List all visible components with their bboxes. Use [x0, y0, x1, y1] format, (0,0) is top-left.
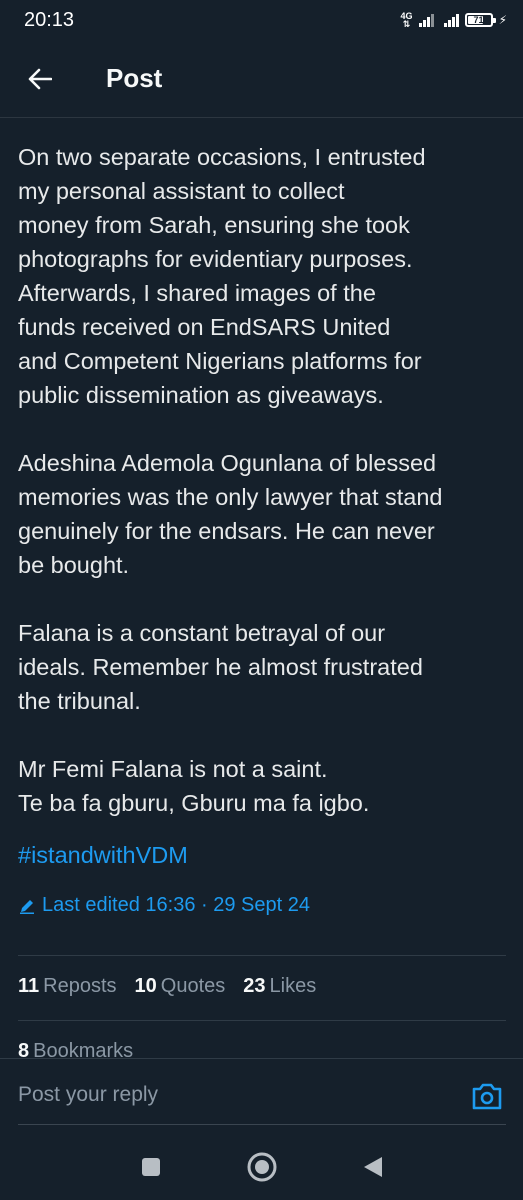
- divider: [18, 1020, 506, 1021]
- camera-icon[interactable]: [471, 1081, 503, 1111]
- status-icons: 4G ⇅ 71 ⚡: [400, 11, 507, 29]
- post-line: memories was the only lawyer that stand: [18, 484, 443, 510]
- home-button[interactable]: [245, 1150, 279, 1184]
- system-nav-bar: [0, 1134, 523, 1200]
- quotes-stat[interactable]: 10 Quotes: [135, 975, 226, 998]
- post-line: Afterwards, I shared images of the: [18, 280, 376, 306]
- post-line: and Competent Nigerians platforms for: [18, 348, 422, 374]
- signal-icon: [418, 13, 434, 27]
- engagement-stats: 11 Reposts 10 Quotes 23 Likes: [18, 975, 316, 998]
- post-line: On two separate occasions, I entrusted: [18, 144, 426, 170]
- page-title: Post: [106, 63, 163, 93]
- arrow-left-icon[interactable]: [26, 65, 54, 93]
- battery-level: 71: [473, 15, 484, 25]
- post-body: On two separate occasions, I entrusted m…: [18, 140, 508, 917]
- battery-icon: 71: [464, 13, 496, 27]
- post-line: Falana is a constant betrayal of our: [18, 620, 386, 646]
- post-paragraph-1: On two separate occasions, I entrusted m…: [18, 140, 508, 412]
- recents-button[interactable]: [134, 1150, 168, 1184]
- post-line: the tribunal.: [18, 688, 141, 714]
- bookmarks-stat[interactable]: 8 Bookmarks: [18, 1040, 133, 1060]
- hashtag-link[interactable]: #istandwithVDM: [18, 838, 508, 872]
- post-line: funds received on EndSARS United: [18, 314, 391, 340]
- post-line: my personal assistant to collect: [18, 178, 345, 204]
- status-time: 20:13: [24, 8, 75, 31]
- post-line: Te ba fa gburu, Gburu ma fa igbo.: [18, 790, 370, 816]
- pencil-icon: [20, 899, 34, 914]
- post-line: ideals. Remember he almost frustrated: [18, 654, 423, 680]
- back-button[interactable]: [356, 1150, 390, 1184]
- edited-text: Last edited 16:36 · 29 Sept 24: [42, 894, 310, 916]
- likes-stat[interactable]: 23 Likes: [243, 975, 316, 998]
- post-paragraph-2: Adeshina Ademola Ogunlana of blessed mem…: [18, 446, 508, 582]
- signal-icon-2: [443, 13, 459, 27]
- post-header: Post: [0, 40, 523, 118]
- post-line: genuinely for the endsars. He can never: [18, 518, 435, 544]
- post-line: public dissemination as giveaways.: [18, 382, 384, 408]
- edited-indicator[interactable]: Last edited 16:36 · 29 Sept 24: [18, 894, 508, 917]
- post-paragraph-3: Falana is a constant betrayal of our ide…: [18, 616, 508, 718]
- reply-input[interactable]: Post your reply: [18, 1083, 158, 1107]
- reply-underline: [18, 1124, 506, 1125]
- reposts-stat[interactable]: 11 Reposts: [18, 975, 117, 998]
- charging-icon: ⚡: [498, 13, 507, 27]
- divider: [18, 955, 506, 956]
- post-line: Adeshina Ademola Ogunlana of blessed: [18, 450, 437, 476]
- post-line: Mr Femi Falana is not a saint.: [18, 756, 328, 782]
- reply-bar: Post your reply: [0, 1058, 523, 1135]
- post-line: money from Sarah, ensuring she took: [18, 212, 410, 238]
- status-bar: 20:13 4G ⇅ 71 ⚡: [0, 0, 523, 40]
- post-line: be bought.: [18, 552, 130, 578]
- network-type-label: 4G ⇅: [400, 11, 413, 29]
- post-paragraph-4: Mr Femi Falana is not a saint. Te ba fa …: [18, 752, 508, 820]
- post-line: photographs for evidentiary purposes.: [18, 246, 413, 272]
